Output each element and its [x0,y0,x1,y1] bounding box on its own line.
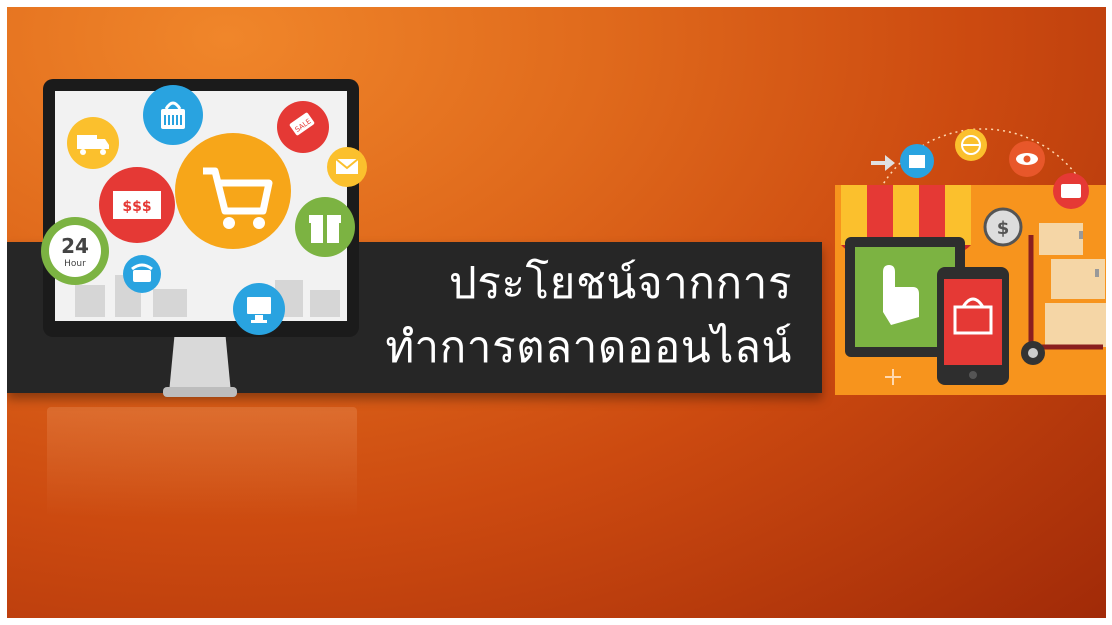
monitor-illustration: SALE $$$ 24 Hour [35,75,367,405]
storefront-icon: $ [835,128,1106,395]
money-label: $$$ [122,199,151,215]
telephone-icon [123,255,161,293]
sale-tag-icon: SALE [277,101,329,153]
gift-icon [295,197,355,257]
arrow-icon [871,155,895,171]
slide: ประโยชน์จากการ ทำการตลาดออนไลน์ SALE $$$… [7,7,1106,618]
24-hour-number: 24 [61,234,89,258]
title-line-2: ทำการตลาดออนไลน์ [385,322,792,373]
envelope-icon [327,147,367,187]
24-hour-unit: Hour [64,259,86,269]
slide-title: ประโยชน์จากการ ทำการตลาดออนไลน์ [385,252,792,380]
dollar-coin-text: $ [997,218,1010,239]
title-line-1: ประโยชน์จากการ [448,258,792,309]
24-hour-icon: 24 Hour [41,217,109,285]
computer-icon [233,283,285,335]
monitor-reflection [47,407,357,517]
truck-icon [67,117,119,169]
storefront-illustration: $ [833,127,1106,397]
shopping-bag-icon [143,85,203,145]
